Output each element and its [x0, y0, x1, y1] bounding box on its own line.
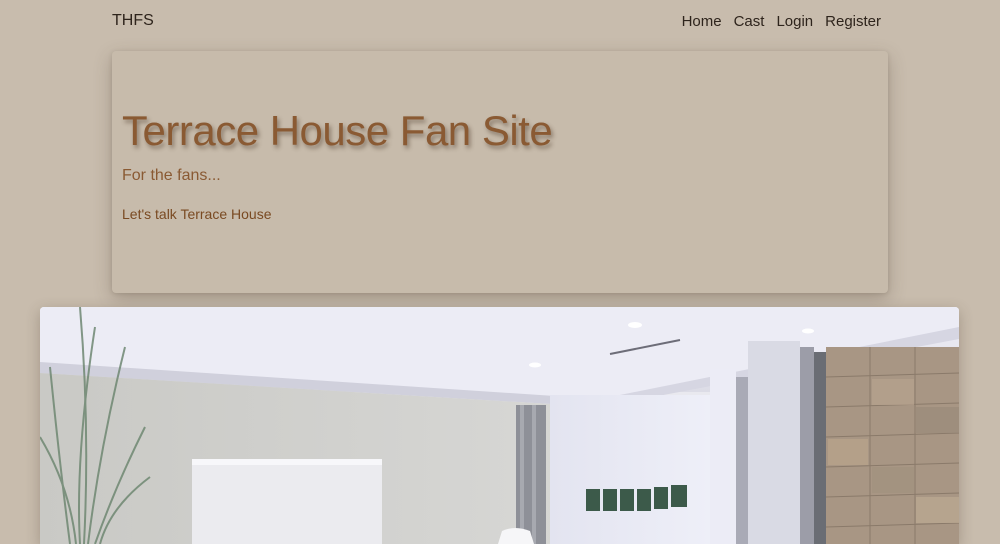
room-illustration [40, 307, 959, 544]
nav-link-login[interactable]: Login [776, 13, 813, 30]
brand-link[interactable]: THFS [112, 12, 154, 30]
hero-jumbotron: Terrace House Fan Site For the fans... L… [112, 51, 888, 293]
navbar: THFS Home Cast Login Register [0, 0, 1000, 44]
hero-tagline: Let's talk Terrace House [122, 206, 272, 222]
hero-room-image [40, 307, 959, 544]
nav-link-home[interactable]: Home [682, 13, 722, 30]
hero-subtitle: For the fans... [122, 167, 221, 184]
nav-links: Home Cast Login Register [682, 13, 881, 30]
nav-link-cast[interactable]: Cast [734, 13, 765, 30]
hero-title: Terrace House Fan Site [122, 107, 553, 154]
nav-link-register[interactable]: Register [825, 13, 881, 30]
